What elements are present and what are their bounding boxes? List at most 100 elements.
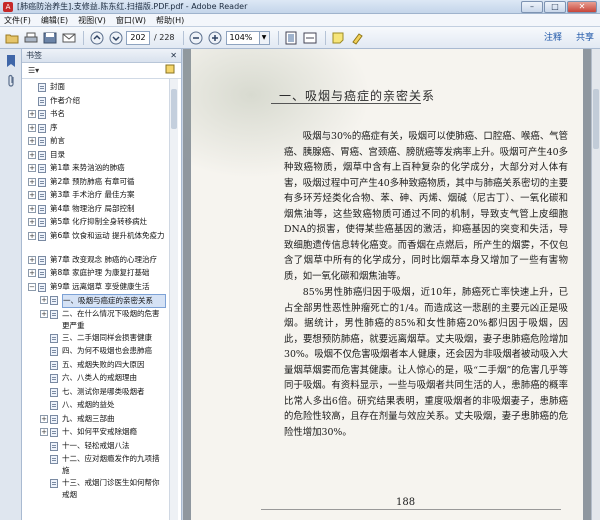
- bookmark-item[interactable]: 七、测试你是哪类吸烟者: [22, 386, 178, 400]
- title-underline: [271, 103, 421, 104]
- email-icon[interactable]: [60, 30, 77, 46]
- expand-toggle-icon[interactable]: +: [28, 218, 36, 226]
- bookmark-item[interactable]: 十三、戒烟门诊医生如何帮你戒烟: [22, 477, 178, 501]
- panel-title: 书签: [26, 51, 42, 60]
- bookmark-item[interactable]: 十一、轻松戒烟八法: [22, 440, 178, 454]
- expand-toggle-icon[interactable]: +: [40, 309, 48, 318]
- expand-toggle-icon[interactable]: +: [28, 123, 36, 132]
- open-icon[interactable]: [3, 30, 20, 46]
- bookmark-item[interactable]: + 前言: [22, 135, 178, 149]
- navigation-rail: [0, 49, 22, 520]
- footer-line: [261, 509, 561, 510]
- expand-toggle-icon[interactable]: +: [28, 255, 36, 264]
- bookmark-icon: [50, 360, 58, 370]
- previous-page-icon[interactable]: [88, 30, 105, 46]
- expand-toggle-icon[interactable]: +: [28, 164, 36, 172]
- minimize-button[interactable]: –: [521, 0, 543, 13]
- bookmark-item[interactable]: 五、戒烟失败的四大原因: [22, 359, 178, 373]
- options-menu-icon[interactable]: ☰▾: [28, 66, 39, 75]
- sticky-note-icon[interactable]: [330, 30, 347, 46]
- bookmark-icon: [38, 255, 46, 265]
- bookmark-item[interactable]: + 一、吸烟与癌症的亲密关系: [22, 294, 178, 308]
- bookmark-icon: [50, 414, 58, 424]
- bookmark-item[interactable]: 四、为何不吸烟也会患肺癌: [22, 345, 178, 359]
- page-number-input[interactable]: 202: [126, 30, 150, 45]
- bookmark-item[interactable]: + 书名: [22, 108, 178, 122]
- bookmark-tree: 封面 作者介绍 + 书名 + 序 + 前言 + 目录 + 第1章 来势汹汹的肺癌 + 第2章 预防肺癌 有…: [22, 79, 178, 520]
- bookmark-item[interactable]: + 第5章 化疗抑制全身转移病灶: [22, 216, 178, 230]
- bookmark-item[interactable]: + 第8章 家庭护理 为康复打基础: [22, 267, 178, 281]
- menu-file[interactable]: 文件(F): [4, 15, 31, 26]
- bookmark-label: 第1章 来势汹汹的肺癌: [50, 163, 125, 172]
- bookmark-label: 第5章 化疗抑制全身转移病灶: [50, 217, 148, 226]
- bookmark-item[interactable]: + 第3章 手术治疗 最佳方案: [22, 189, 178, 203]
- bookmark-label: 五、戒烟失败的四大原因: [62, 359, 145, 369]
- bookmark-item[interactable]: 六、八类人的戒烟理由: [22, 372, 178, 386]
- print-icon[interactable]: [22, 30, 39, 46]
- bookmark-item[interactable]: + 第1章 来势汹汹的肺癌: [22, 162, 178, 176]
- close-panel-icon[interactable]: ✕: [170, 51, 177, 60]
- zoom-dropdown-icon[interactable]: ▼: [259, 30, 270, 45]
- expand-toggle-icon[interactable]: +: [28, 150, 36, 159]
- save-icon[interactable]: [41, 30, 58, 46]
- bookmark-icon: [38, 110, 46, 119]
- highlight-icon[interactable]: [349, 30, 366, 46]
- comment-link[interactable]: 注释: [544, 30, 562, 46]
- share-link[interactable]: 共享: [576, 30, 594, 46]
- menu-view[interactable]: 视图(V): [78, 15, 106, 26]
- bookmark-item[interactable]: 八、戒烟的益处: [22, 399, 178, 413]
- bookmark-item[interactable]: 十二、应对烟瘾发作的九项措施: [22, 453, 178, 477]
- bookmark-icon: [50, 387, 58, 397]
- expand-bookmark-icon[interactable]: [165, 64, 175, 77]
- toolbar-divider: [182, 30, 184, 45]
- bookmark-icon: [38, 150, 46, 160]
- menu-help[interactable]: 帮助(H): [156, 15, 184, 26]
- expand-toggle-icon[interactable]: +: [28, 204, 36, 213]
- menu-window[interactable]: 窗口(W): [116, 15, 146, 26]
- scrollbar-thumb[interactable]: [593, 89, 599, 149]
- bookmark-item[interactable]: + 第6章 饮食和运动 提升机体免疫力: [22, 230, 178, 254]
- zoom-level-input[interactable]: 104%: [225, 30, 260, 45]
- close-button[interactable]: ✕: [567, 0, 597, 13]
- bookmark-item[interactable]: + 第2章 预防肺癌 有章可循: [22, 176, 178, 190]
- bookmark-icon: [50, 333, 58, 343]
- maximize-button[interactable]: □: [544, 0, 566, 13]
- expand-toggle-icon[interactable]: +: [40, 428, 48, 436]
- bookmark-icon: [38, 191, 46, 200]
- expand-toggle-icon[interactable]: +: [40, 296, 48, 304]
- expand-toggle-icon[interactable]: +: [28, 231, 36, 240]
- bookmarks-icon[interactable]: [4, 54, 18, 68]
- bookmark-item[interactable]: + 九、戒烟三部曲: [22, 413, 178, 427]
- bookmark-item[interactable]: + 序: [22, 122, 178, 136]
- expand-toggle-icon[interactable]: +: [28, 177, 36, 186]
- expand-toggle-icon[interactable]: −: [28, 282, 36, 291]
- chapter-title: 一、吸烟与癌症的亲密关系: [279, 89, 436, 103]
- bookmark-item[interactable]: 作者介绍: [22, 95, 178, 109]
- document-scrollbar[interactable]: [591, 49, 600, 520]
- expand-toggle-icon[interactable]: +: [28, 137, 36, 145]
- bookmark-item[interactable]: − 第9章 远离烟草 享受健康生活: [22, 281, 178, 295]
- zoom-out-icon[interactable]: [188, 30, 205, 46]
- bookmark-label: 第7章 改变观念 肺癌的心理治疗: [50, 254, 158, 264]
- fit-page-icon[interactable]: [283, 30, 300, 46]
- menu-edit[interactable]: 编辑(E): [41, 15, 68, 26]
- bookmark-item[interactable]: + 目录: [22, 149, 178, 163]
- bookmark-item[interactable]: + 十、如何平安戒除烟瘾: [22, 426, 178, 440]
- expand-toggle-icon[interactable]: +: [40, 414, 48, 423]
- bookmark-scrollbar[interactable]: [169, 79, 178, 520]
- bookmark-item[interactable]: 三、二手烟同样会损害健康: [22, 332, 178, 346]
- expand-toggle-icon[interactable]: +: [28, 191, 36, 199]
- scrollbar-thumb[interactable]: [171, 89, 177, 129]
- bookmark-item[interactable]: + 二、在什么情况下吸烟的危害更严重: [22, 308, 178, 332]
- bookmark-icon: [38, 164, 46, 173]
- toolbar-divider: [277, 30, 279, 45]
- bookmark-item[interactable]: + 第7章 改变观念 肺癌的心理治疗: [22, 254, 178, 268]
- expand-toggle-icon[interactable]: +: [28, 110, 36, 118]
- bookmark-item[interactable]: + 第4章 物理治疗 局部控制: [22, 203, 178, 217]
- expand-toggle-icon[interactable]: +: [28, 269, 36, 277]
- attachments-icon[interactable]: [4, 74, 18, 88]
- bookmark-item[interactable]: 封面: [22, 81, 178, 95]
- fit-width-icon[interactable]: [302, 30, 319, 46]
- zoom-in-icon[interactable]: [207, 30, 224, 46]
- next-page-icon[interactable]: [107, 30, 124, 46]
